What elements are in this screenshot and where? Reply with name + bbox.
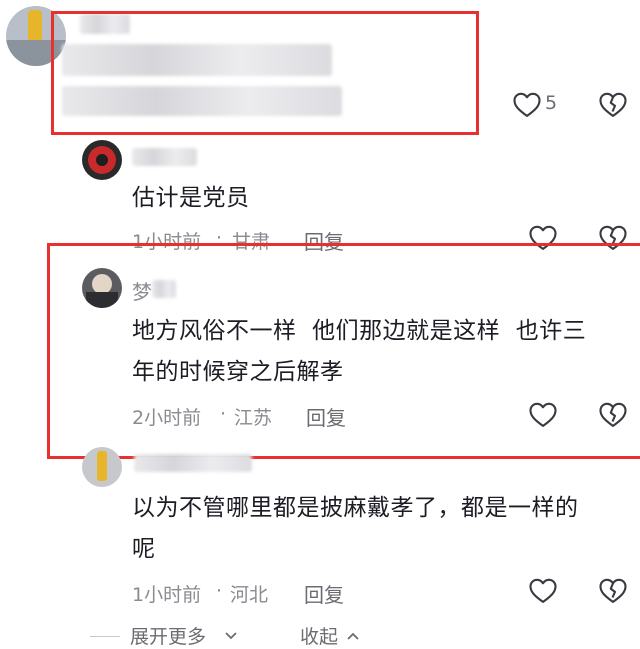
comment-text-line1: 以为不管哪里都是披麻戴孝了，都是一样的 [132,495,579,521]
chevron-up-icon [346,626,360,645]
meta-separator: · [216,580,223,602]
highlight-box [51,11,479,135]
broken-heart-outline-icon[interactable] [598,90,628,118]
like-count: 5 [545,92,558,114]
comment-text-line2: 呢 [132,536,156,562]
comment-location: 河北 [230,584,269,606]
heart-outline-icon[interactable] [528,576,558,604]
reply-button[interactable]: 回复 [304,579,344,608]
heart-outline-icon[interactable] [512,90,542,118]
broken-heart-outline-icon[interactable] [598,576,628,604]
chevron-down-icon [224,626,238,645]
username-redacted[interactable] [134,454,252,472]
avatar[interactable] [82,447,122,487]
username-redacted[interactable] [132,148,197,166]
comment-text: 估计是党员 [132,185,250,211]
collapse-label: 收起 [300,626,339,648]
avatar[interactable] [82,140,122,180]
highlight-box [47,243,640,459]
expand-more-label: 展开更多 [130,626,207,648]
comment-time: 1小时前 [132,584,202,606]
